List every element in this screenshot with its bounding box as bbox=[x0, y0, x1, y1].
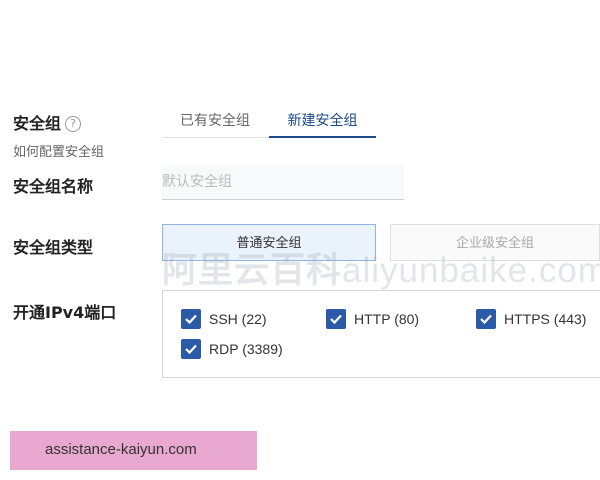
checkbox-checked-icon[interactable] bbox=[326, 309, 346, 329]
port-http[interactable]: HTTP (80) bbox=[326, 308, 419, 330]
open-ports-label: 开通IPv4端口 bbox=[13, 303, 117, 322]
port-ssh-label: SSH (22) bbox=[209, 311, 267, 327]
tab-new-group[interactable]: 新建安全组 bbox=[269, 108, 376, 138]
type-enterprise-button[interactable]: 企业级安全组 bbox=[390, 224, 600, 261]
group-name-input[interactable] bbox=[162, 165, 404, 200]
ports-box: SSH (22) HTTP (80) HTTPS (443) RDP (3389… bbox=[162, 290, 600, 378]
security-group-label: 安全组? bbox=[13, 110, 82, 134]
checkbox-checked-icon[interactable] bbox=[181, 309, 201, 329]
port-https[interactable]: HTTPS (443) bbox=[476, 308, 586, 330]
port-rdp[interactable]: RDP (3389) bbox=[181, 338, 283, 360]
port-rdp-label: RDP (3389) bbox=[209, 341, 283, 357]
type-normal-button[interactable]: 普通安全组 bbox=[162, 224, 376, 261]
checkbox-checked-icon[interactable] bbox=[181, 339, 201, 359]
security-group-label-text: 安全组 bbox=[13, 114, 62, 133]
checkbox-checked-icon[interactable] bbox=[476, 309, 496, 329]
port-ssh[interactable]: SSH (22) bbox=[181, 308, 267, 330]
group-type-label: 安全组类型 bbox=[13, 238, 94, 257]
group-name-label: 安全组名称 bbox=[13, 177, 94, 196]
port-http-label: HTTP (80) bbox=[354, 311, 420, 327]
tab-existing-group[interactable]: 已有安全组 bbox=[162, 108, 268, 138]
how-to-config-link[interactable]: 如何配置安全组 bbox=[13, 141, 104, 160]
security-group-tabs: 已有安全组 新建安全组 bbox=[162, 108, 376, 138]
footer-text: assistance-kaiyun.com bbox=[45, 441, 197, 458]
question-circle-icon[interactable]: ? bbox=[65, 116, 82, 132]
port-https-label: HTTPS (443) bbox=[504, 311, 587, 327]
